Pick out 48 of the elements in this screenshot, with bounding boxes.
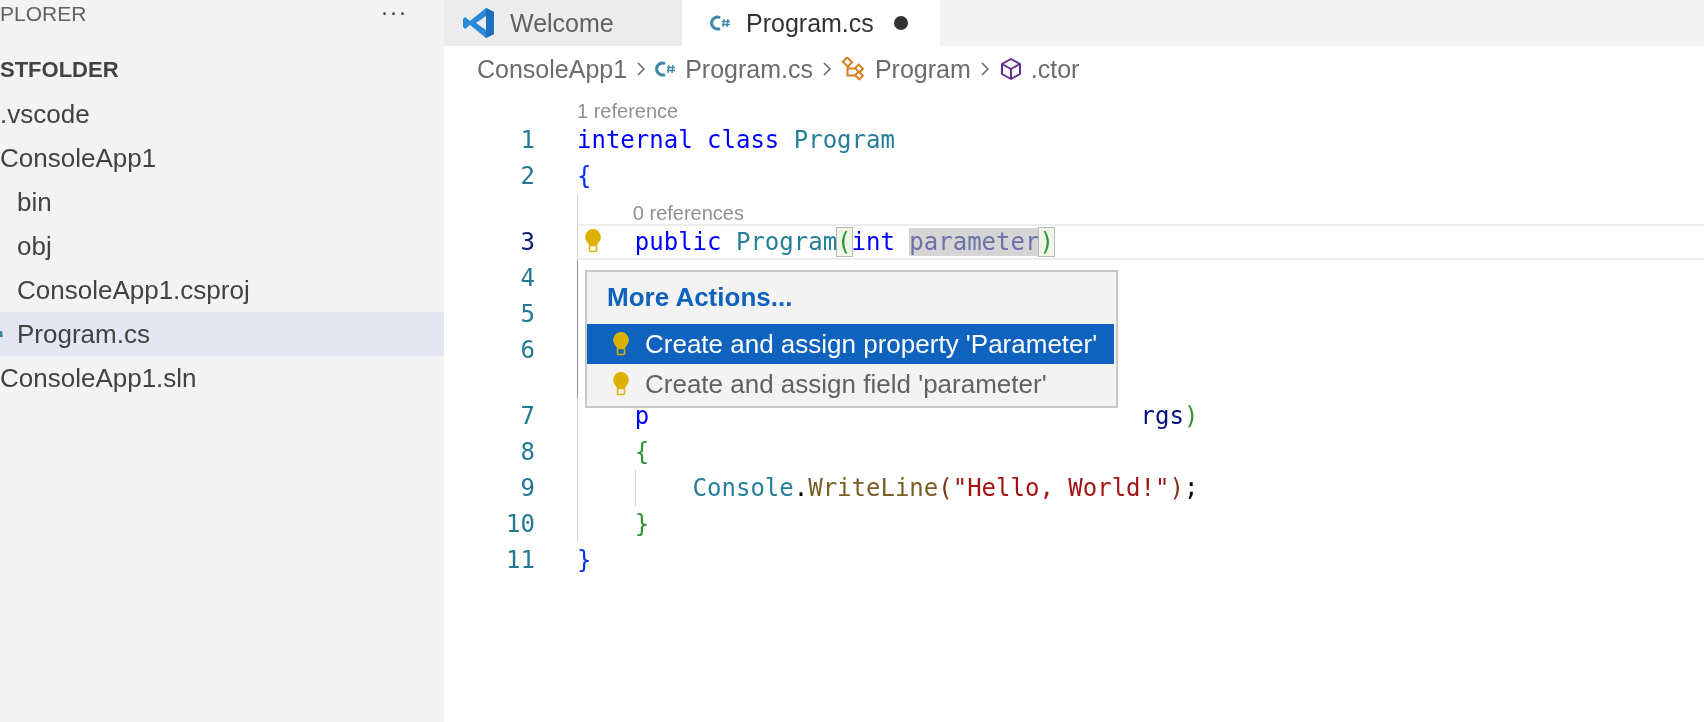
line-number: 9	[520, 474, 535, 502]
editor-tab[interactable]: Welcome	[444, 0, 682, 46]
code-line: {	[577, 162, 592, 190]
tree-item[interactable]: .vscode	[0, 92, 444, 136]
tree-item[interactable]: ConsoleApp1.csproj	[0, 268, 444, 312]
code-line: Console.WriteLine("Hello, World!");	[691, 474, 1199, 502]
more-actions-link[interactable]: More Actions...	[587, 272, 1114, 324]
editor-tab[interactable]: Program.cs	[682, 0, 940, 46]
code-action-item[interactable]: Create and assign property 'Parameter'	[587, 324, 1114, 364]
code-line: p rgs)	[633, 402, 1199, 430]
line-number: 4	[520, 264, 535, 292]
csharp-file-icon	[710, 13, 732, 33]
line-number: 1	[520, 126, 535, 154]
breadcrumb-item[interactable]: Program	[840, 54, 971, 84]
tree-item[interactable]: obj	[0, 224, 444, 268]
line-number: 8	[520, 438, 535, 466]
code-line: }	[577, 546, 592, 574]
breadcrumb-item[interactable]: .ctor	[998, 54, 1080, 84]
line-number: 10	[506, 510, 535, 538]
lightbulb-icon	[611, 331, 631, 357]
code-line: public Program(int parameter)	[633, 228, 1054, 256]
code-action-item[interactable]: Create and assign field 'parameter'	[587, 364, 1114, 404]
class-icon	[840, 57, 867, 81]
lightbulb-icon	[611, 371, 631, 397]
folder-header[interactable]: STFOLDER	[0, 48, 444, 92]
breadcrumb-item[interactable]: Program.cs	[655, 54, 813, 84]
breadcrumb-item[interactable]: ConsoleApp1	[477, 54, 628, 84]
vscode-logo-icon	[462, 6, 496, 40]
tree-item[interactable]: ConsoleApp1	[0, 136, 444, 180]
line-number: 6	[520, 336, 535, 364]
line-number: 2	[520, 162, 535, 190]
file-icon	[0, 328, 5, 340]
csharp-file-icon	[655, 59, 678, 79]
more-actions-button[interactable]: ···	[381, 3, 408, 25]
lightbulb-icon[interactable]	[583, 228, 603, 254]
tree-item[interactable]: bin	[0, 180, 444, 224]
tree-item[interactable]: ConsoleApp1.sln	[0, 356, 444, 400]
explorer-title: PLORER	[0, 1, 87, 27]
line-number: 5	[520, 300, 535, 328]
cube-icon	[998, 57, 1023, 81]
line-number: 7	[520, 402, 535, 430]
unsaved-dot-icon	[893, 16, 908, 30]
line-number: 3	[520, 228, 535, 256]
code-line: }	[633, 510, 650, 538]
tree-item[interactable]: Program.cs	[0, 312, 444, 356]
code-line: internal class Program	[577, 126, 895, 154]
line-number: 11	[506, 546, 535, 574]
code-line: {	[633, 438, 650, 466]
